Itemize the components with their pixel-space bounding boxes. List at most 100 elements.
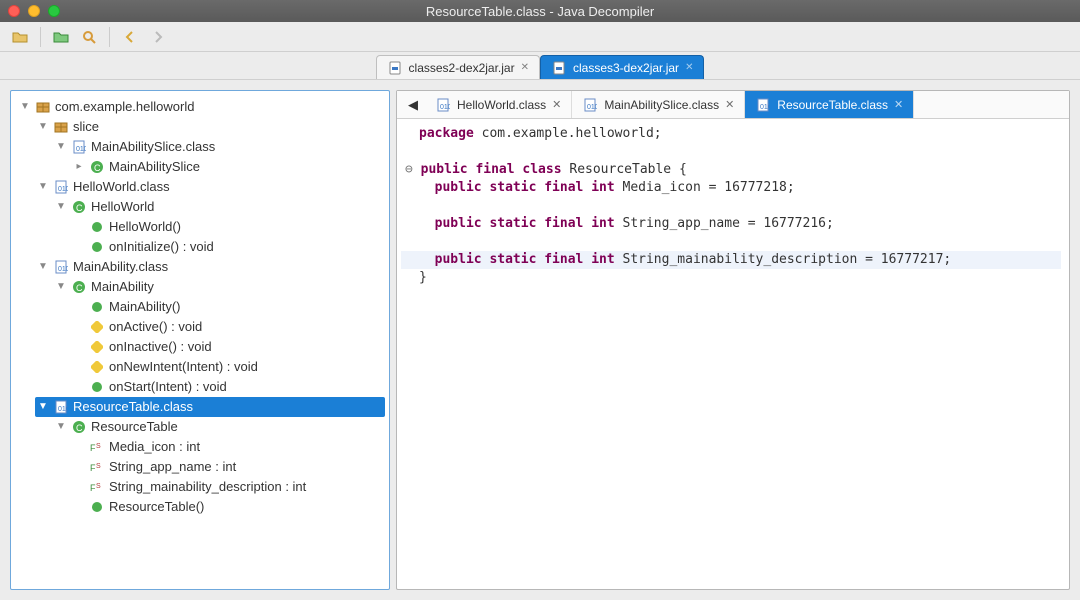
package-explorer-panel: ▼ com.example.helloworld ▼ slice [10, 90, 390, 590]
class-file-icon: 010 [53, 399, 69, 415]
expand-toggle-icon[interactable]: ▼ [19, 97, 31, 117]
class-file-icon: 010 [582, 97, 598, 113]
tree-node-method[interactable]: onInactive() : void [71, 337, 385, 357]
tree-node-class[interactable]: ▸ C MainAbilitySlice [71, 157, 385, 177]
tree-node-method[interactable]: onActive() : void [71, 317, 385, 337]
method-public-icon [89, 299, 105, 315]
svg-text:S: S [96, 463, 101, 470]
tree-label: com.example.helloworld [55, 97, 194, 117]
expand-toggle-icon[interactable]: ▼ [55, 137, 67, 157]
jar-icon [387, 60, 403, 76]
tree-label: onInactive() : void [109, 337, 212, 357]
toolbar-separator [40, 27, 41, 47]
tree-label: String_mainability_description : int [109, 477, 306, 497]
nav-back-button[interactable] [118, 25, 142, 49]
code-line: package com.example.helloworld; [401, 125, 1061, 143]
tree-label: ResourceTable() [109, 497, 204, 517]
tree-node-class[interactable]: ▼ C MainAbility [53, 277, 385, 297]
tree-node-method[interactable]: ResourceTable() [71, 497, 385, 517]
tree-node-field[interactable]: FSMedia_icon : int [71, 437, 385, 457]
close-icon[interactable]: ✕ [521, 62, 529, 73]
tree-label: ResourceTable [91, 417, 178, 437]
jar-tab[interactable]: classes2-dex2jar.jar ✕ [376, 55, 540, 79]
close-icon[interactable]: ✕ [894, 98, 903, 111]
source-editor[interactable]: package com.example.helloworld; ⊖ public… [397, 119, 1069, 589]
tree-node-class[interactable]: ▼ C ResourceTable [53, 417, 385, 437]
tree-node-class-file[interactable]: ▼ 010 ResourceTable.class [35, 397, 385, 417]
close-icon[interactable]: ✕ [685, 62, 693, 73]
tree-node-method[interactable]: onNewIntent(Intent) : void [71, 357, 385, 377]
method-public-icon [89, 379, 105, 395]
class-icon: C [71, 199, 87, 215]
jar-tab[interactable]: classes3-dex2jar.jar ✕ [540, 55, 704, 79]
open-file-button[interactable] [8, 25, 32, 49]
class-icon: C [71, 419, 87, 435]
close-icon[interactable]: ✕ [725, 98, 734, 111]
expand-toggle-icon[interactable]: ▸ [73, 157, 85, 177]
svg-text:S: S [96, 483, 101, 490]
tree-node-class-file[interactable]: ▼ 010 HelloWorld.class [35, 177, 385, 197]
class-icon: C [89, 159, 105, 175]
file-tab-label: ResourceTable.class [777, 98, 888, 112]
tree-node-field[interactable]: FSString_mainability_description : int [71, 477, 385, 497]
window-title: ResourceTable.class - Java Decompiler [0, 4, 1080, 19]
field-static-final-icon: FS [89, 439, 105, 455]
tree-label: HelloWorld.class [73, 177, 170, 197]
file-tab[interactable]: 010 MainAbilitySlice.class ✕ [572, 91, 745, 118]
method-public-icon [89, 219, 105, 235]
open-type-button[interactable] [49, 25, 73, 49]
expand-toggle-icon[interactable]: ▼ [55, 197, 67, 217]
tree-label: HelloWorld() [109, 217, 181, 237]
expand-toggle-icon[interactable]: ▼ [37, 177, 49, 197]
svg-text:010: 010 [58, 186, 68, 193]
svg-text:010: 010 [58, 406, 68, 413]
expand-toggle-icon[interactable]: ▼ [55, 417, 67, 437]
tree-node-class-file[interactable]: ▼ 010 MainAbility.class [35, 257, 385, 277]
svg-text:C: C [76, 423, 83, 433]
main-split: ▼ com.example.helloworld ▼ slice [0, 80, 1080, 600]
close-icon[interactable]: ✕ [552, 98, 561, 111]
package-tree[interactable]: ▼ com.example.helloworld ▼ slice [11, 91, 389, 523]
method-protected-icon [89, 319, 105, 335]
tree-label: Media_icon : int [109, 437, 200, 457]
jar-icon [551, 60, 567, 76]
tree-label: ResourceTable.class [73, 397, 193, 417]
tree-node-method[interactable]: MainAbility() [71, 297, 385, 317]
code-line: public static final int String_mainabili… [401, 251, 1061, 269]
tree-node-class[interactable]: ▼ C HelloWorld [53, 197, 385, 217]
class-file-icon: 010 [755, 97, 771, 113]
tree-label: MainAbility [91, 277, 154, 297]
nav-back-icon[interactable]: ◀ [401, 97, 425, 113]
editor-panel: ◀ 010 HelloWorld.class ✕ 010 MainAbility… [396, 90, 1070, 590]
svg-text:010: 010 [760, 104, 770, 111]
tree-node-method[interactable]: HelloWorld() [71, 217, 385, 237]
toolbar-separator [109, 27, 110, 47]
tree-node-method[interactable]: onInitialize() : void [71, 237, 385, 257]
expand-toggle-icon[interactable]: ▼ [37, 117, 49, 137]
class-file-icon: 010 [53, 259, 69, 275]
tree-label: MainAbility.class [73, 257, 168, 277]
jar-tab-strip: classes2-dex2jar.jar ✕ classes3-dex2jar.… [0, 52, 1080, 80]
file-tab-label: MainAbilitySlice.class [604, 98, 719, 112]
tree-label: MainAbility() [109, 297, 181, 317]
tree-label: onStart(Intent) : void [109, 377, 227, 397]
method-public-icon [89, 499, 105, 515]
tree-node-class-file[interactable]: ▼ 010 MainAbilitySlice.class [53, 137, 385, 157]
code-line: ⊖ public final class ResourceTable { [401, 161, 1061, 179]
svg-text:010: 010 [587, 104, 597, 111]
file-tab[interactable]: 010 HelloWorld.class ✕ [425, 91, 572, 118]
svg-text:C: C [76, 283, 83, 293]
tree-node-field[interactable]: FSString_app_name : int [71, 457, 385, 477]
expand-toggle-icon[interactable]: ▼ [37, 397, 49, 417]
tree-node-package[interactable]: ▼ com.example.helloworld [17, 97, 385, 117]
class-file-icon: 010 [435, 97, 451, 113]
package-icon [53, 119, 69, 135]
svg-text:010: 010 [58, 266, 68, 273]
tree-node-package[interactable]: ▼ slice [35, 117, 385, 137]
file-tab[interactable]: 010 ResourceTable.class ✕ [745, 91, 914, 118]
search-button[interactable] [77, 25, 101, 49]
expand-toggle-icon[interactable]: ▼ [37, 257, 49, 277]
expand-toggle-icon[interactable]: ▼ [55, 277, 67, 297]
nav-forward-button[interactable] [146, 25, 170, 49]
tree-node-method[interactable]: onStart(Intent) : void [71, 377, 385, 397]
